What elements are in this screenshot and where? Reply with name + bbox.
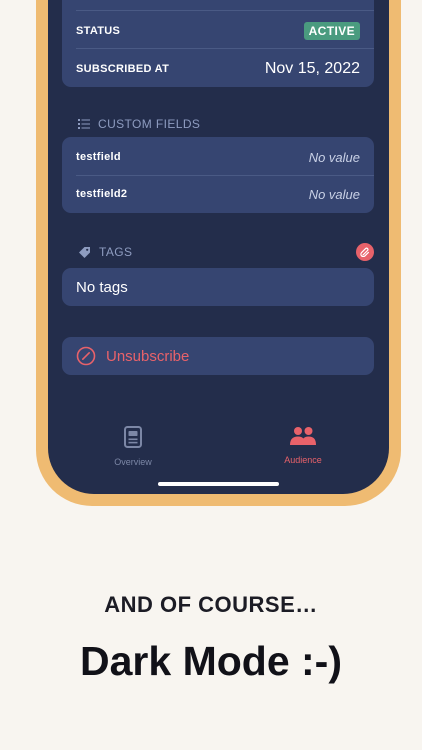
custom-field-value: No value — [308, 186, 360, 202]
custom-field-name: testfield2 — [76, 188, 128, 200]
document-icon — [124, 426, 142, 448]
divider — [76, 48, 374, 49]
app-screen: STATUS ACTIVE SUBSCRIBED AT Nov 15, 2022… — [48, 0, 389, 494]
tab-overview-label: Overview — [114, 457, 152, 467]
subscribed-at-label: SUBSCRIBED AT — [76, 63, 170, 75]
tab-audience[interactable]: Audience — [253, 426, 353, 465]
custom-field-row[interactable]: testfield No value — [76, 145, 360, 169]
tags-card: No tags — [62, 268, 374, 306]
subscriber-info-card: STATUS ACTIVE SUBSCRIBED AT Nov 15, 2022 — [62, 0, 374, 87]
home-indicator — [158, 482, 279, 486]
edit-tags-button[interactable] — [356, 243, 374, 261]
custom-fields-title: CUSTOM FIELDS — [98, 117, 201, 131]
caption-subtitle: AND OF COURSE… — [104, 592, 318, 617]
custom-field-value: No value — [308, 149, 360, 165]
people-icon — [290, 427, 316, 445]
tags-row: No tags — [76, 268, 360, 306]
subscribed-at-value: Nov 15, 2022 — [264, 60, 360, 77]
custom-fields-card: testfield No value testfield2 No value — [62, 137, 374, 213]
prohibit-icon — [76, 346, 96, 366]
tab-audience-label: Audience — [284, 455, 322, 465]
tab-overview[interactable]: Overview — [83, 426, 183, 467]
tags-header: TAGS — [78, 245, 132, 259]
custom-field-name: testfield — [76, 151, 121, 163]
caption-headline: Dark Mode :-) — [80, 638, 342, 684]
divider — [76, 175, 374, 176]
no-tags-text: No tags — [76, 278, 128, 296]
status-row: STATUS ACTIVE — [76, 18, 360, 43]
custom-fields-header: CUSTOM FIELDS — [78, 117, 200, 131]
status-label: STATUS — [76, 24, 121, 37]
divider — [76, 10, 374, 11]
paperclip-icon — [360, 247, 369, 257]
custom-field-row[interactable]: testfield2 No value — [76, 182, 360, 206]
unsubscribe-label: Unsubscribe — [106, 347, 190, 365]
tags-title: TAGS — [99, 245, 133, 259]
unsubscribe-row: Unsubscribe — [76, 337, 360, 375]
tag-icon — [79, 246, 90, 258]
unsubscribe-button[interactable]: Unsubscribe — [62, 337, 374, 375]
subscribed-at-row: SUBSCRIBED AT Nov 15, 2022 — [76, 57, 360, 81]
list-icon — [78, 119, 90, 129]
status-badge: ACTIVE — [303, 21, 360, 40]
